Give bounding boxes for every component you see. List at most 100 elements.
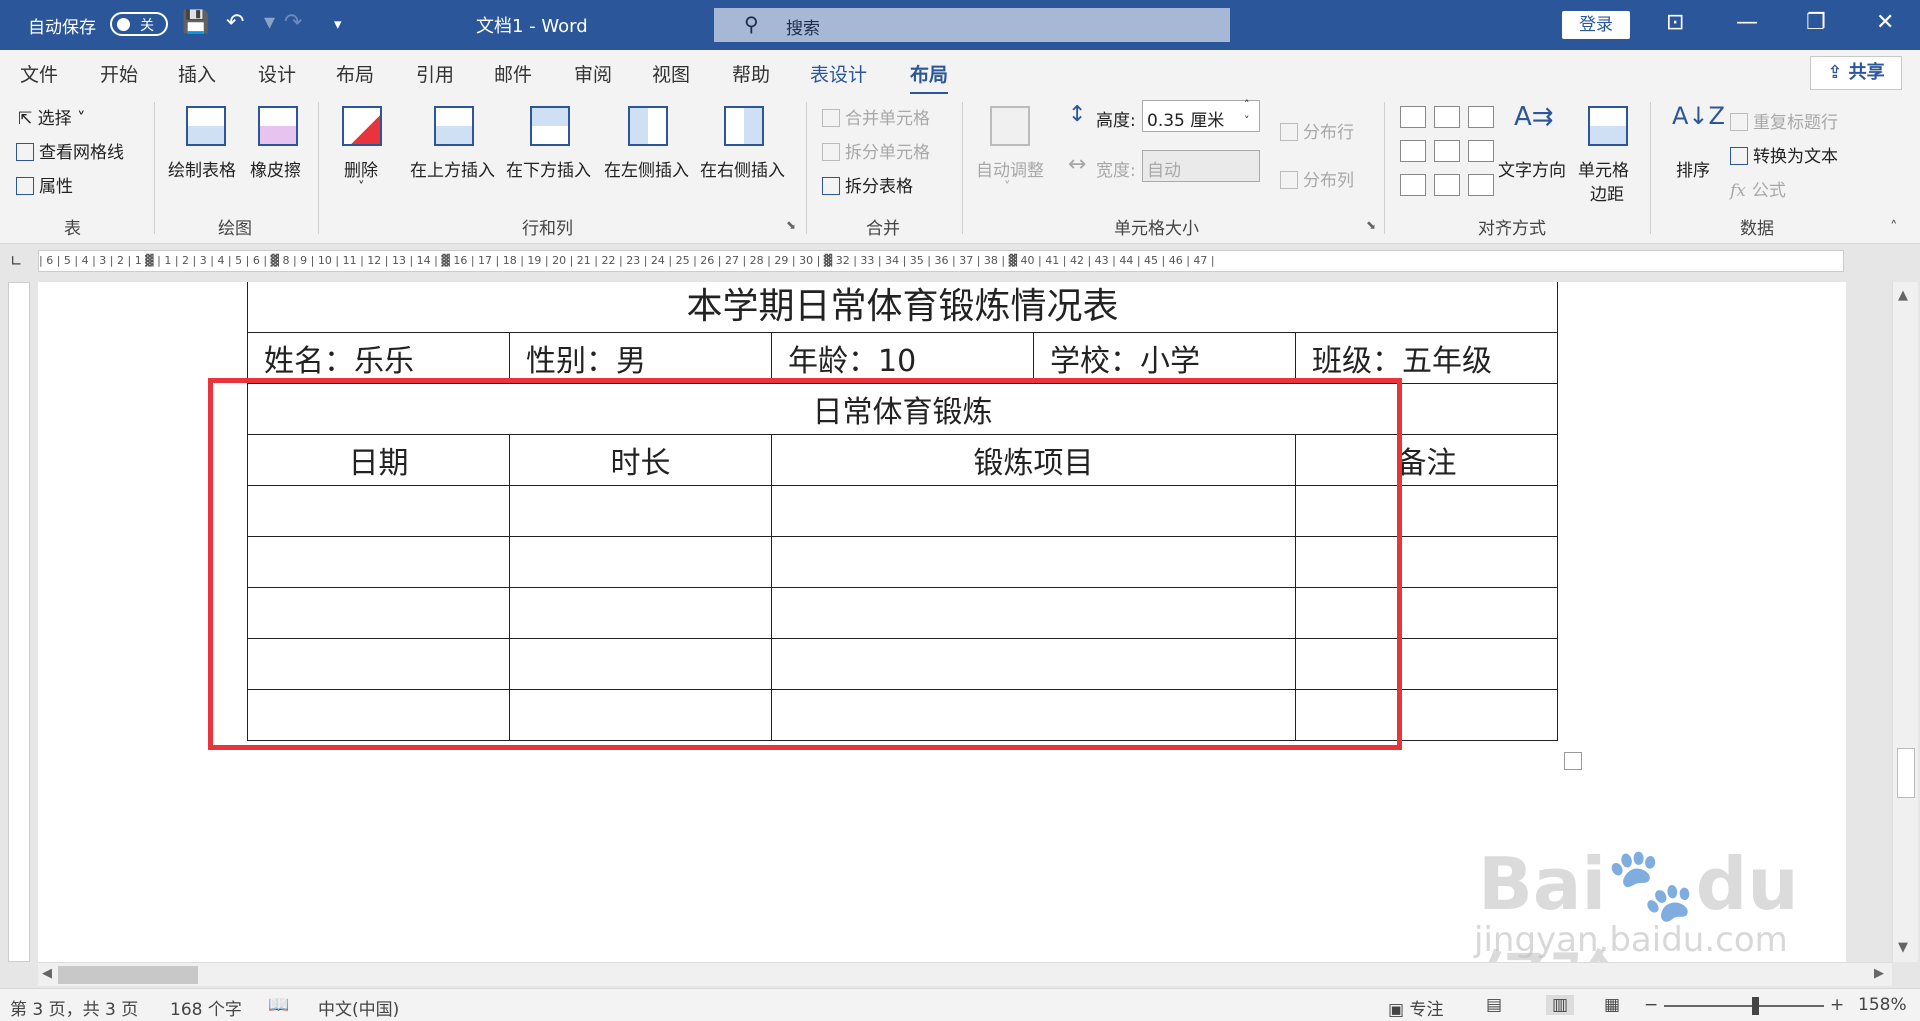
zoom-in-button[interactable]: + [1830, 995, 1844, 1015]
scroll-down-icon[interactable]: ▼ [1898, 940, 1908, 955]
undo-icon[interactable]: ↶ [226, 10, 244, 35]
tab-table-layout[interactable]: 布局 [910, 60, 949, 95]
tab-insert[interactable]: 插入 [178, 60, 216, 87]
tab-file[interactable]: 文件 [20, 60, 58, 87]
tab-selector-icon[interactable]: ∟ [10, 252, 23, 270]
insert-right-button[interactable]: 在右侧插入 [700, 156, 785, 181]
spin-up-icon[interactable]: ˄ [1244, 98, 1250, 111]
formula-label: 公式 [1751, 181, 1786, 201]
tab-mailings[interactable]: 邮件 [494, 60, 532, 87]
cell-margins-button[interactable]: 单元格 [1578, 156, 1629, 181]
insert-below-icon [530, 106, 570, 146]
zoom-slider-knob[interactable] [1752, 997, 1759, 1015]
delete-button[interactable]: 删除 [344, 156, 378, 181]
proofing-icon[interactable]: 📖 [268, 995, 289, 1015]
dialog-launcher-icon[interactable]: ⬊ [1366, 218, 1376, 232]
sort-button[interactable]: 排序 [1676, 156, 1710, 181]
tab-home[interactable]: 开始 [100, 60, 138, 87]
align-bottom-left-icon[interactable] [1400, 174, 1426, 196]
formula-button[interactable]: fx 公式 [1730, 176, 1786, 201]
tab-references[interactable]: 引用 [416, 60, 454, 87]
insert-below-button[interactable]: 在下方插入 [506, 156, 591, 181]
horizontal-scrollbar[interactable]: ◀ ▶ [38, 962, 1892, 986]
hscroll-thumb[interactable] [58, 966, 198, 984]
select-button[interactable]: ⇱ 选择 ˅ [18, 104, 86, 129]
eraser-button[interactable]: 橡皮擦 [250, 156, 301, 181]
autofit-button[interactable]: 自动调整 [976, 156, 1044, 181]
group-label-table: 表 [64, 219, 81, 239]
scroll-right-icon[interactable]: ▶ [1874, 966, 1884, 981]
properties-button[interactable]: 属性 [16, 172, 73, 197]
info-school[interactable]: 学校：小学 [1033, 332, 1296, 384]
minimize-icon[interactable]: — [1736, 10, 1758, 35]
merge-cells-label: 合并单元格 [845, 109, 930, 129]
distribute-rows-button[interactable]: 分布行 [1280, 118, 1354, 143]
align-top-left-icon[interactable] [1400, 106, 1426, 128]
tab-view[interactable]: 视图 [652, 60, 690, 87]
ribbon-display-icon[interactable]: ⊡ [1666, 10, 1684, 35]
align-middle-left-icon[interactable] [1400, 140, 1426, 162]
zoom-slider[interactable] [1664, 1005, 1824, 1007]
tab-review[interactable]: 审阅 [574, 60, 612, 87]
ruler-scale[interactable]: | 6 | 5 | 4 | 3 | 2 | 1 ▓ | 1 | 2 | 3 | … [38, 250, 1844, 272]
info-gender[interactable]: 性别：男 [509, 332, 772, 384]
tab-help[interactable]: 帮助 [732, 60, 770, 87]
restore-icon[interactable]: ❐ [1806, 10, 1826, 35]
align-bottom-right-icon[interactable] [1468, 174, 1494, 196]
info-age[interactable]: 年龄：10 [771, 332, 1034, 384]
customize-qat-icon[interactable]: ▾ [334, 15, 342, 33]
collapse-ribbon-icon[interactable]: ˄ [1890, 218, 1898, 236]
save-icon[interactable]: 💾 [182, 10, 209, 35]
vertical-scrollbar[interactable]: ▲ ▼ [1892, 282, 1918, 962]
scroll-thumb[interactable] [1897, 748, 1915, 798]
language[interactable]: 中文(中国) [318, 995, 399, 1020]
align-bottom-center-icon[interactable] [1434, 174, 1460, 196]
tab-layout[interactable]: 布局 [336, 60, 374, 87]
align-top-center-icon[interactable] [1434, 106, 1460, 128]
document-page[interactable]: 本学期日常体育锻炼情况表 姓名：乐乐 性别：男 年龄：10 学校：小学 班级：五… [38, 282, 1846, 962]
align-top-right-icon[interactable] [1468, 106, 1494, 128]
text-direction-button[interactable]: 文字方向 [1498, 156, 1566, 181]
print-layout-icon[interactable]: ▥ [1546, 995, 1575, 1015]
chevron-down-icon[interactable]: ▾ [264, 10, 275, 35]
close-icon[interactable]: ✕ [1876, 10, 1894, 35]
web-layout-icon[interactable]: ▦ [1604, 995, 1620, 1015]
align-middle-right-icon[interactable] [1468, 140, 1494, 162]
align-middle-center-icon[interactable] [1434, 140, 1460, 162]
info-name[interactable]: 姓名：乐乐 [247, 332, 510, 384]
table-title[interactable]: 本学期日常体育锻炼情况表 [247, 282, 1558, 333]
autosave-toggle[interactable]: 关 [110, 12, 168, 36]
width-input[interactable]: 自动 [1142, 150, 1260, 182]
draw-table-button[interactable]: 绘制表格 [168, 156, 236, 181]
split-table-button[interactable]: 拆分表格 [822, 172, 913, 197]
split-cells-button[interactable]: 拆分单元格 [822, 138, 930, 163]
dialog-launcher-icon[interactable]: ⬊ [786, 218, 796, 232]
read-mode-icon[interactable]: ▤ [1486, 995, 1502, 1015]
merge-cells-button[interactable]: 合并单元格 [822, 104, 930, 129]
zoom-level[interactable]: 158% [1858, 995, 1907, 1015]
tab-design[interactable]: 设计 [258, 60, 296, 87]
search-box[interactable]: ⚲ 搜索 [714, 8, 1230, 42]
tab-table-design[interactable]: 表设计 [810, 60, 867, 87]
insert-left-button[interactable]: 在左侧插入 [604, 156, 689, 181]
view-gridlines-button[interactable]: 查看网格线 [16, 138, 124, 163]
repeat-header-label: 重复标题行 [1753, 113, 1838, 133]
redo-icon[interactable]: ↷ [284, 10, 302, 35]
height-input[interactable]: 0.35 厘米 [1142, 100, 1260, 132]
scroll-left-icon[interactable]: ◀ [42, 966, 52, 981]
repeat-header-button[interactable]: 重复标题行 [1730, 108, 1838, 133]
distribute-cols-button[interactable]: 分布列 [1280, 166, 1354, 191]
insert-above-button[interactable]: 在上方插入 [410, 156, 495, 181]
table-resize-handle[interactable] [1564, 752, 1582, 770]
page-count[interactable]: 第 3 页，共 3 页 [10, 995, 138, 1020]
convert-to-text-button[interactable]: 转换为文本 [1730, 142, 1838, 167]
spin-down-icon[interactable]: ˅ [1244, 114, 1250, 127]
word-count[interactable]: 168 个字 [170, 995, 242, 1020]
focus-button[interactable]: ▣ 专注 [1388, 995, 1443, 1020]
info-class[interactable]: 班级：五年级 [1295, 332, 1558, 384]
login-button[interactable]: 登录 [1562, 11, 1630, 39]
scroll-up-icon[interactable]: ▲ [1898, 288, 1908, 303]
share-button[interactable]: ⇪ 共享 [1810, 56, 1902, 90]
zoom-out-button[interactable]: − [1644, 995, 1658, 1015]
vertical-ruler[interactable] [8, 282, 30, 962]
